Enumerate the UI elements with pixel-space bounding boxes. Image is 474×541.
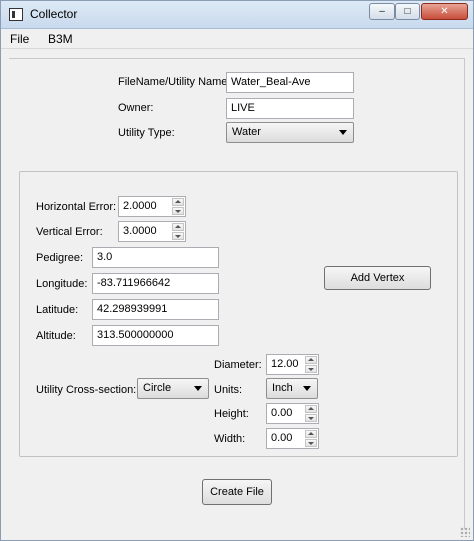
horizontal-error-label: Horizontal Error:	[36, 201, 117, 213]
menu-file[interactable]: File	[10, 32, 29, 46]
chevron-down-icon	[194, 386, 202, 391]
add-vertex-button[interactable]: Add Vertex	[324, 266, 431, 290]
chevron-down-icon	[303, 386, 311, 391]
spin-down-icon[interactable]	[305, 439, 317, 447]
spin-down-icon[interactable]	[305, 365, 317, 373]
pedigree-input[interactable]: 3.0	[92, 247, 219, 268]
filename-label: FileName/Utility Name:	[118, 76, 231, 88]
height-spinbox[interactable]: 0.00	[266, 403, 319, 424]
maximize-button[interactable]: □	[395, 3, 420, 20]
cross-section-label: Utility Cross-section:	[36, 384, 137, 396]
vertical-error-value: 3.0000	[123, 225, 157, 237]
latitude-label: Latitude:	[36, 304, 79, 316]
menu-bar: File B3M	[1, 29, 473, 49]
units-select[interactable]: Inch	[266, 378, 318, 399]
minimize-button[interactable]: –	[369, 3, 395, 20]
content-divider	[9, 58, 465, 59]
content-border	[464, 59, 465, 529]
collector-window: Collector – □ ✕ File B3M FileName/Utilit…	[0, 0, 474, 541]
close-button[interactable]: ✕	[421, 3, 468, 20]
width-value: 0.00	[271, 432, 293, 444]
window-title: Collector	[30, 7, 78, 21]
chevron-down-icon	[339, 130, 347, 135]
altitude-label: Altitude:	[36, 330, 76, 342]
units-value: Inch	[272, 382, 293, 394]
utility-type-label: Utility Type:	[118, 127, 175, 139]
app-icon	[9, 8, 23, 21]
cross-section-value: Circle	[143, 382, 172, 394]
spin-up-icon[interactable]	[305, 405, 317, 413]
owner-input[interactable]: LIVE	[226, 98, 354, 119]
utility-type-value: Water	[232, 126, 261, 138]
cross-section-select[interactable]: Circle	[137, 378, 209, 399]
height-value: 0.00	[271, 407, 293, 419]
spin-up-icon[interactable]	[305, 430, 317, 438]
horizontal-error-spinbox[interactable]: 2.0000	[118, 196, 186, 217]
spin-up-icon[interactable]	[172, 223, 184, 231]
longitude-input[interactable]: -83.711966642	[92, 273, 219, 294]
create-file-button[interactable]: Create File	[202, 479, 272, 505]
spin-down-icon[interactable]	[172, 207, 184, 215]
filename-input[interactable]: Water_Beal-Ave	[226, 72, 354, 93]
owner-label: Owner:	[118, 102, 154, 114]
diameter-label: Diameter:	[214, 359, 262, 371]
diameter-spinbox[interactable]: 12.00	[266, 354, 319, 375]
width-label: Width:	[214, 433, 246, 445]
height-label: Height:	[214, 408, 249, 420]
title-bar[interactable]: Collector – □ ✕	[1, 1, 473, 29]
altitude-input[interactable]: 313.500000000	[92, 325, 219, 346]
horizontal-error-value: 2.0000	[123, 200, 157, 212]
longitude-label: Longitude:	[36, 278, 88, 290]
pedigree-label: Pedigree:	[36, 252, 84, 264]
latitude-input[interactable]: 42.298939991	[92, 299, 219, 320]
vertical-error-label: Vertical Error:	[36, 226, 103, 238]
spin-down-icon[interactable]	[305, 414, 317, 422]
diameter-value: 12.00	[271, 358, 299, 370]
spin-up-icon[interactable]	[172, 198, 184, 206]
spin-up-icon[interactable]	[305, 356, 317, 364]
utility-type-select[interactable]: Water	[226, 122, 354, 143]
vertical-error-spinbox[interactable]: 3.0000	[118, 221, 186, 242]
spin-down-icon[interactable]	[172, 232, 184, 240]
resize-grip-icon[interactable]	[460, 527, 470, 537]
width-spinbox[interactable]: 0.00	[266, 428, 319, 449]
menu-b3m[interactable]: B3M	[48, 32, 73, 46]
units-label: Units:	[214, 384, 243, 396]
